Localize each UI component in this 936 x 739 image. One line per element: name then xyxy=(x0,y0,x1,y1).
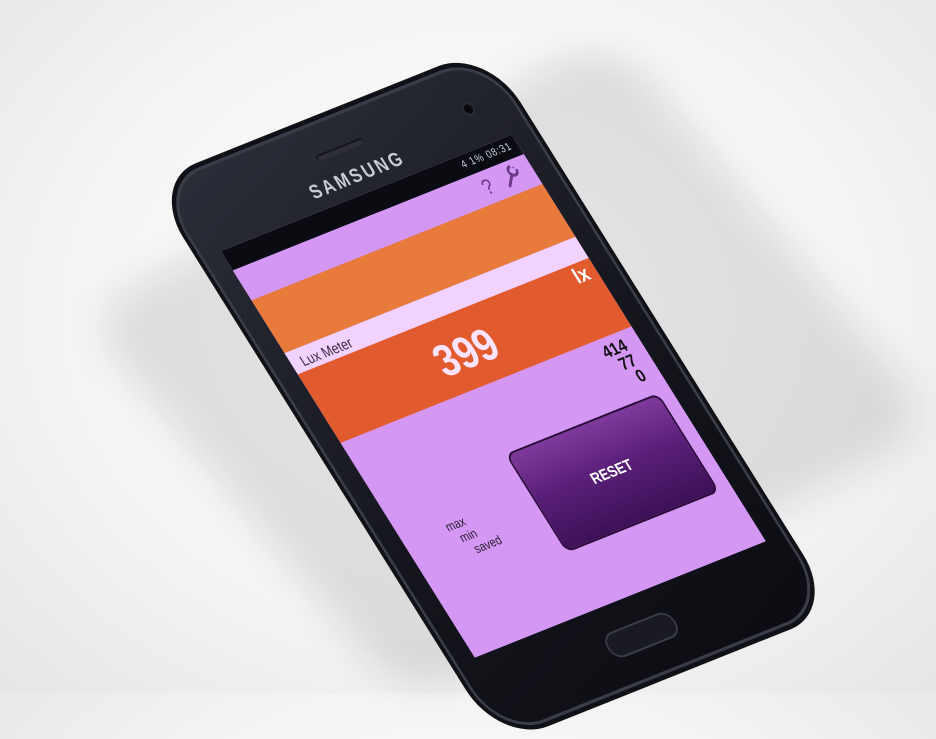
phone: SAMSUNG 4 1% 08:31 ? Lux Meter lx 399 41… xyxy=(0,0,936,739)
battery-level: 4 1% xyxy=(458,151,488,171)
stat-labels: max min saved xyxy=(442,506,505,561)
wrench-icon[interactable] xyxy=(495,160,529,191)
reset-button[interactable]: RESET xyxy=(505,392,720,553)
phone-stage: SAMSUNG 4 1% 08:31 ? Lux Meter lx 399 41… xyxy=(155,53,832,739)
question-mark-icon[interactable]: ? xyxy=(476,174,499,201)
clock: 08:31 xyxy=(483,140,515,161)
stat-values: 414 77 0 xyxy=(598,335,650,391)
